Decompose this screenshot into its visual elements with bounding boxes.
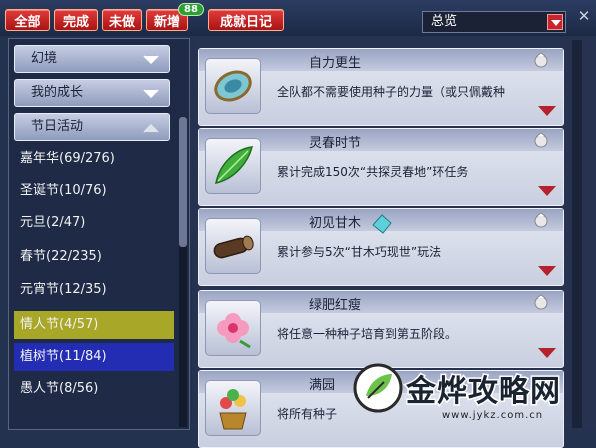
pearl-icon [534, 52, 548, 68]
dropdown-value: 总览 [431, 14, 458, 29]
top-toolbar: 全部 完成 未做 新增 88 成就日记 总览 ✕ [0, 0, 596, 36]
leaf-icon [205, 138, 261, 194]
achievement-card[interactable]: 绿肥红瘦 将任意一种种子培育到第五阶段。 [198, 290, 564, 368]
category-label: 幻境 [31, 51, 58, 66]
sidebar-item-spring-festival[interactable]: 春节(22/235) [14, 243, 174, 271]
expand-arrow-icon[interactable] [537, 265, 557, 277]
chevron-down-icon[interactable] [547, 14, 563, 30]
filter-completed-button[interactable]: 完成 [54, 9, 98, 31]
achievement-card[interactable]: 灵春时节 累计完成150次“共探灵春地”环任务 [198, 128, 564, 206]
achievement-desc: 累计参与5次“甘木巧现世”玩法 [277, 245, 442, 259]
category-label: 节日活动 [31, 119, 84, 134]
close-icon[interactable]: ✕ [574, 6, 594, 26]
shield-icon [205, 58, 261, 114]
category-sidebar: 幻境 我的成长 节日活动 嘉年华(69/276) 圣诞节(10/76) 元旦(2… [8, 38, 190, 430]
expand-arrow-icon[interactable] [537, 185, 557, 197]
expand-arrow-icon[interactable] [537, 105, 557, 117]
pearl-icon [534, 132, 548, 148]
achievement-title: 自力更生 [309, 56, 362, 71]
achievement-title: 初见甘木 [309, 216, 362, 231]
overview-dropdown[interactable]: 总览 [422, 11, 566, 33]
flower-icon [205, 300, 261, 356]
filter-undone-button[interactable]: 未做 [102, 9, 142, 31]
chevron-up-icon [143, 123, 159, 133]
expand-arrow-icon[interactable] [537, 347, 557, 359]
sidebar-item-christmas[interactable]: 圣诞节(10/76) [14, 177, 174, 205]
pearl-icon [534, 294, 548, 310]
sidebar-item-valentines[interactable]: 情人节(4/57) [14, 311, 174, 339]
new-count-badge: 88 [178, 3, 204, 16]
plant-pot-icon [205, 380, 261, 436]
sidebar-scroll-thumb[interactable] [179, 117, 187, 247]
achievement-card[interactable]: 初见甘木 累计参与5次“甘木巧现世”玩法 [198, 208, 564, 286]
sidebar-item-lantern-festival[interactable]: 元宵节(12/35) [14, 276, 174, 304]
watermark-text: 金烨攻略网 [405, 373, 562, 411]
sidebar-item-april-fools[interactable]: 愚人节(8/56) [14, 375, 174, 403]
achievement-desc: 累计完成150次“共探灵春地”环任务 [277, 165, 469, 179]
watermark: 金烨攻略网 www.jykz.com.cn [350, 360, 596, 430]
chevron-down-icon [143, 89, 159, 99]
achievement-desc: 将任意一种种子培育到第五阶段。 [277, 327, 458, 341]
achievement-card[interactable]: 自力更生 全队都不需要使用种子的力量（或只佩戴种 [198, 48, 564, 126]
watermark-url: www.jykz.com.cn [442, 410, 544, 421]
sidebar-item-carnival[interactable]: 嘉年华(69/276) [14, 145, 174, 173]
achievement-diary-button[interactable]: 成就日记 [208, 9, 284, 31]
category-festival-events[interactable]: 节日活动 [14, 113, 170, 141]
achievement-title: 灵春时节 [309, 136, 362, 151]
filter-all-button[interactable]: 全部 [5, 9, 50, 31]
sidebar-scrollbar[interactable] [179, 117, 187, 427]
pearl-icon [534, 212, 548, 228]
achievement-desc: 全队都不需要使用种子的力量（或只佩戴种 [277, 85, 506, 99]
chevron-down-icon [143, 55, 159, 65]
log-icon [205, 218, 261, 274]
category-label: 我的成长 [31, 85, 84, 100]
category-illusion[interactable]: 幻境 [14, 45, 170, 73]
watermark-logo [353, 363, 403, 413]
gem-icon [372, 214, 392, 234]
category-my-growth[interactable]: 我的成长 [14, 79, 170, 107]
sidebar-item-new-year-day[interactable]: 元旦(2/47) [14, 209, 174, 237]
achievement-title: 绿肥红瘦 [309, 298, 362, 313]
sidebar-item-arbor-day[interactable]: 植树节(11/84) [14, 343, 174, 371]
achievement-title: 满园 [309, 378, 336, 393]
